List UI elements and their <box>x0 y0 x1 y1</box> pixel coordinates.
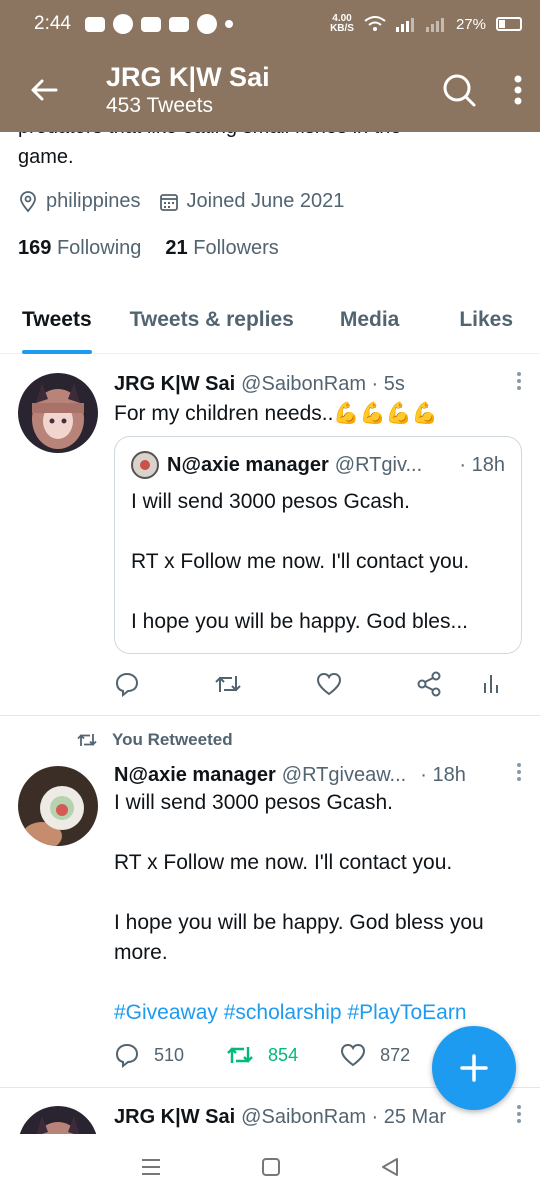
tweet-body: JRG K|W Sai @SaibonRam · 5s For my child… <box>114 371 522 429</box>
tweet-handle: @RTgiveaw... <box>281 763 407 786</box>
like-icon[interactable] <box>316 672 342 696</box>
like-count: 872 <box>380 1044 411 1065</box>
battery-percent: 27% <box>455 15 486 33</box>
analytics-icon[interactable] <box>482 671 500 695</box>
quoted-tweet[interactable]: N@axie manager @RTgiv... · 18h I will se… <box>114 436 522 654</box>
retweet-icon <box>77 734 97 746</box>
header-tweet-count: 453 Tweets <box>106 94 214 117</box>
tweet-text: For my children needs..💪💪💪💪 <box>114 402 439 425</box>
retweet-button[interactable]: 854 <box>226 1043 298 1067</box>
anime-avatar-image <box>18 1106 98 1134</box>
tweet-author-name[interactable]: JRG K|W Sai <box>114 373 235 396</box>
follow-stats: 169 Following 21 Followers <box>18 237 279 260</box>
retweet-label: You Retweeted <box>76 730 233 750</box>
status-time: 2:44 <box>34 13 71 34</box>
tweet-handle-time: @SaibonRam · 25 Mar <box>241 1105 446 1128</box>
tweet-body: N@axie manager @RTgiveaw... · 18h I will… <box>114 762 522 1028</box>
location-icon <box>20 190 36 212</box>
tab-tweets[interactable]: Tweets <box>22 296 92 354</box>
tweet-item[interactable]: JRG K|W Sai @SaibonRam · 5s For my child… <box>0 355 540 716</box>
plus-icon <box>460 1054 488 1082</box>
followers-link[interactable]: 21 Followers <box>165 237 278 260</box>
retweet-icon[interactable] <box>214 672 242 696</box>
quote-line: I hope you will be happy. God bles... <box>131 610 468 633</box>
top-bar: 2:44 4.00 KB/S 27% JRG K|W Sai 453 Tweet… <box>0 0 540 132</box>
battery-icon <box>496 17 522 31</box>
retweet-icon <box>227 1047 253 1063</box>
home-icon[interactable] <box>261 1157 281 1177</box>
compose-tweet-button[interactable] <box>432 1026 516 1110</box>
tweet-handle-time: @SaibonRam · 5s <box>241 372 405 395</box>
reply-count: 510 <box>154 1044 185 1065</box>
avatar <box>131 451 159 479</box>
profile-header: JRG K|W Sai 453 Tweets <box>0 48 540 132</box>
quote-line: I will send 3000 pesos Gcash. <box>131 490 410 513</box>
quote-line: RT x Follow me now. I'll contact you. <box>131 550 470 573</box>
retweet-count: 854 <box>268 1044 299 1065</box>
tweet-text-line: I will send 3000 pesos Gcash. <box>114 791 393 814</box>
tweet-text-line: RT x Follow me now. I'll contact you. <box>114 851 453 874</box>
quote-time: · 18h <box>459 453 505 476</box>
tweet-more-icon[interactable] <box>516 762 522 788</box>
network-speed: 4.00 KB/S <box>330 13 354 34</box>
header-text: JRG K|W Sai 453 Tweets <box>106 61 270 119</box>
reply-button[interactable]: 510 <box>114 1042 184 1068</box>
quote-handle: @RTgiv... <box>334 453 423 476</box>
calendar-icon <box>159 193 178 211</box>
tweet-header: JRG K|W Sai @SaibonRam · 5s <box>114 371 522 397</box>
youtube-icon <box>84 16 105 32</box>
profile-location: philippines <box>18 190 141 213</box>
profile-joined: Joined June 2021 <box>159 190 344 213</box>
share-icon[interactable] <box>416 671 442 697</box>
reply-icon <box>115 1043 139 1068</box>
header-actions <box>442 73 522 107</box>
tweet-header: N@axie manager @RTgiveaw... · 18h <box>114 762 522 788</box>
more-notifications-dot <box>224 20 233 28</box>
bio-end-line: game. <box>18 146 74 168</box>
avatar[interactable] <box>18 373 98 453</box>
recent-apps-icon[interactable] <box>140 1157 162 1177</box>
anime-avatar-image <box>18 373 98 453</box>
notification-icons <box>84 14 233 34</box>
like-button[interactable]: 872 <box>340 1043 410 1067</box>
tweet-actions <box>114 671 500 697</box>
tweet-more-icon[interactable] <box>516 1104 522 1130</box>
chrome-icon <box>112 14 133 34</box>
tweet-hashtags[interactable]: #Giveaway #scholarship #PlayToEarn <box>114 998 522 1028</box>
signal-icon-2 <box>425 18 444 32</box>
tab-likes[interactable]: Likes <box>459 296 513 353</box>
status-bar: 2:44 4.00 KB/S 27% <box>0 0 540 48</box>
more-options-icon[interactable] <box>514 75 522 105</box>
signal-icon <box>395 18 414 32</box>
back-button[interactable] <box>24 70 64 110</box>
tweet-author-name[interactable]: N@axie manager <box>114 764 276 787</box>
system-nav-bar <box>0 1134 540 1200</box>
back-arrow-icon <box>31 79 58 101</box>
app-icon <box>196 14 217 34</box>
profile-tabs: Tweets Tweets & replies Media Likes <box>0 296 540 354</box>
profile-meta: philippines Joined June 2021 <box>18 190 344 213</box>
quote-header: N@axie manager @RTgiv... · 18h <box>131 451 505 479</box>
header-name: JRG K|W Sai <box>106 62 270 92</box>
following-link[interactable]: 169 Following <box>18 237 141 260</box>
tweet-more-icon[interactable] <box>516 371 522 397</box>
reply-icon[interactable] <box>114 671 140 697</box>
tweet-time: · 18h <box>420 763 466 786</box>
status-right: 4.00 KB/S 27% <box>330 14 522 34</box>
tab-media[interactable]: Media <box>340 296 400 353</box>
tweet-author-name[interactable]: JRG K|W Sai <box>114 1106 235 1129</box>
tab-tweets-replies[interactable]: Tweets & replies <box>130 296 294 353</box>
avatar[interactable] <box>18 766 98 846</box>
app-icon <box>140 16 161 32</box>
avatar[interactable] <box>18 1106 98 1134</box>
search-icon[interactable] <box>442 73 476 107</box>
quote-author-name: N@axie manager <box>167 453 329 476</box>
like-icon <box>341 1043 366 1067</box>
tweet-text-line: I hope you will be happy. God bless you … <box>114 911 484 964</box>
wifi-icon <box>364 16 386 31</box>
back-nav-icon[interactable] <box>380 1157 400 1177</box>
coin-avatar-image <box>18 766 98 846</box>
gcash-icon <box>168 16 189 32</box>
